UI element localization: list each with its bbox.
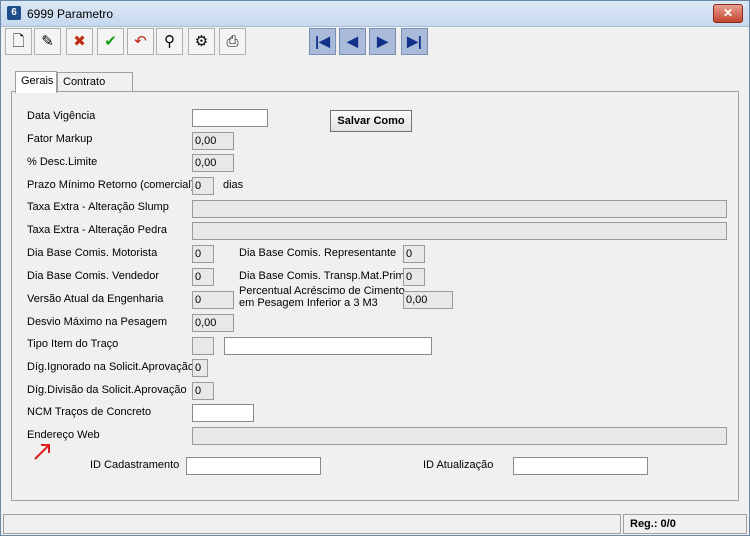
dia-vendedor-label: Dia Base Comis. Vendedor xyxy=(27,270,160,282)
edit-icon[interactable]: ✎ xyxy=(34,28,61,55)
main-window: 6 6999 Parametro ✕ 🗋 ✎ ✖ ✔ ↶ ⚲ ⚙ ⎙ |◀ ◀ … xyxy=(0,0,750,536)
app-logo-icon: 6 xyxy=(7,6,21,20)
record-counter: Reg.: 0/0 xyxy=(623,514,747,534)
versao-engenharia-label: Versão Atual da Engenharia xyxy=(27,293,164,305)
desc-limite-label: % Desc.Limite xyxy=(27,156,98,168)
taxa-slump-label: Taxa Extra - Alteração Slump xyxy=(27,201,169,213)
id-atualizacao-label: ID Atualização xyxy=(423,459,494,471)
dig-divisao-label: Díg.Divisão da Solicit.Aprovação xyxy=(27,384,187,396)
desc-limite-input[interactable]: 0,00 xyxy=(192,154,234,172)
tipo-item-label: Tipo Item do Traço xyxy=(27,338,119,350)
tab-panel-gerais: Data Vigência Salvar Como Fator Markup 0… xyxy=(11,91,739,501)
first-record-icon[interactable]: |◀ xyxy=(309,28,336,55)
endereco-web-input[interactable] xyxy=(192,427,727,445)
ncm-input[interactable] xyxy=(192,404,254,422)
dia-motorista-label: Dia Base Comis. Motorista xyxy=(27,247,158,259)
dia-transp-label: Dia Base Comis. Transp.Mat.Prima xyxy=(239,270,411,282)
fator-markup-label: Fator Markup xyxy=(27,133,93,145)
tipo-item-desc-input[interactable] xyxy=(224,337,432,355)
undo-icon[interactable]: ↶ xyxy=(127,28,154,55)
id-atualizacao-input[interactable] xyxy=(513,457,648,475)
tab-gerais[interactable]: Gerais xyxy=(15,71,57,93)
dia-motorista-input[interactable]: 0 xyxy=(192,245,214,263)
status-bar: Reg.: 0/0 xyxy=(3,514,747,534)
desvio-maximo-input[interactable]: 0,00 xyxy=(192,314,234,332)
percentual-cimento-input[interactable]: 0,00 xyxy=(403,291,453,309)
cancel-icon[interactable]: ✖ xyxy=(66,28,93,55)
dia-representante-label: Dia Base Comis. Representante xyxy=(239,247,397,259)
prazo-minimo-label: Prazo Mínimo Retorno (comercial) xyxy=(27,179,195,191)
tools-icon[interactable]: ⚙ xyxy=(188,28,215,55)
title-bar[interactable]: 6 6999 Parametro ✕ xyxy=(1,1,749,27)
id-cadastramento-input[interactable] xyxy=(186,457,321,475)
new-document-icon[interactable]: 🗋 xyxy=(5,28,32,55)
taxa-pedra-label: Taxa Extra - Alteração Pedra xyxy=(27,224,168,236)
percentual-cimento-label-2: em Pesagem Inferior a 3 M3 xyxy=(239,297,378,309)
data-vigencia-label: Data Vigência xyxy=(27,110,96,122)
dia-vendedor-input[interactable]: 0 xyxy=(192,268,214,286)
versao-engenharia-input[interactable]: 0 xyxy=(192,291,234,309)
salvar-como-button[interactable]: Salvar Como xyxy=(330,110,412,132)
dig-ignorado-input[interactable]: 0 xyxy=(192,359,208,377)
last-record-icon[interactable]: ▶| xyxy=(401,28,428,55)
red-arrow-icon xyxy=(34,444,50,460)
prazo-minimo-input[interactable]: 0 xyxy=(192,177,214,195)
prazo-unit-label: dias xyxy=(223,179,244,191)
percentual-cimento-label-1: Percentual Acréscimo de Cimento xyxy=(239,285,405,297)
ncm-label: NCM Traços de Concreto xyxy=(27,406,152,418)
endereco-web-label: Endereço Web xyxy=(27,429,100,441)
toolbar: 🗋 ✎ ✖ ✔ ↶ ⚲ ⚙ ⎙ |◀ ◀ ▶ ▶| xyxy=(3,28,747,58)
desvio-maximo-label: Desvio Máximo na Pesagem xyxy=(27,316,168,328)
id-cadastramento-label: ID Cadastramento xyxy=(90,459,180,471)
next-record-icon[interactable]: ▶ xyxy=(369,28,396,55)
confirm-icon[interactable]: ✔ xyxy=(97,28,124,55)
window-title: 6999 Parametro xyxy=(27,7,114,21)
tab-contrato-web[interactable]: Contrato WEB xyxy=(57,72,133,107)
fator-markup-input[interactable]: 0,00 xyxy=(192,132,234,150)
tipo-item-code-input[interactable] xyxy=(192,337,214,355)
dia-representante-input[interactable]: 0 xyxy=(403,245,425,263)
print-icon[interactable]: ⎙ xyxy=(219,28,246,55)
prev-record-icon[interactable]: ◀ xyxy=(339,28,366,55)
close-button[interactable]: ✕ xyxy=(713,4,743,23)
status-panel-left xyxy=(3,514,621,534)
taxa-slump-input[interactable] xyxy=(192,200,727,218)
data-vigencia-input[interactable] xyxy=(192,109,268,127)
dig-ignorado-label: Díg.Ignorado na Solicit.Aprovação xyxy=(27,361,194,373)
search-binoculars-icon[interactable]: ⚲ xyxy=(156,28,183,55)
dig-divisao-input[interactable]: 0 xyxy=(192,382,214,400)
dia-transp-input[interactable]: 0 xyxy=(403,268,425,286)
taxa-pedra-input[interactable] xyxy=(192,222,727,240)
